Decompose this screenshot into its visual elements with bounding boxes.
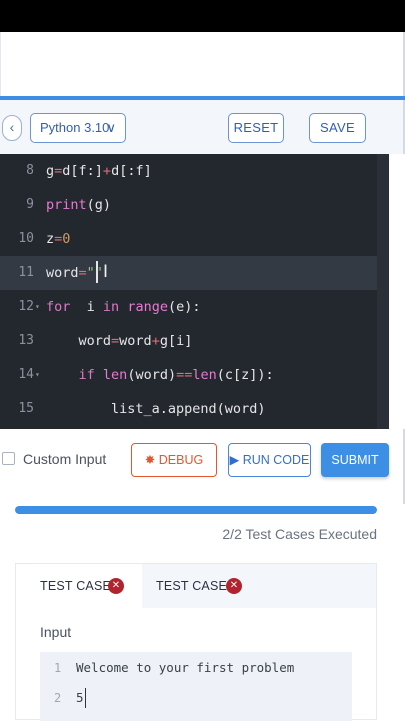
code-text: z=0: [46, 231, 71, 247]
code-line[interactable]: 10 z=0: [0, 222, 389, 256]
code-text: list_a.append(word): [46, 401, 266, 417]
fold-toggle-icon[interactable]: ▾: [35, 358, 40, 392]
reset-button[interactable]: RESET: [228, 113, 284, 143]
tab-test-case-2[interactable]: TEST CASE 2 ✕: [142, 564, 252, 608]
code-text: word=word+g[i]: [46, 333, 193, 349]
input-line: 1 Welcome to your first problem: [40, 652, 352, 684]
test-case-tabs: TEST CASE 1 ✕ TEST CASE 2 ✕: [16, 564, 376, 608]
save-button[interactable]: SAVE: [309, 113, 366, 143]
code-line[interactable]: 12 ▾ for i in range(e):: [0, 290, 389, 324]
code-line[interactable]: 13 word=word+g[i]: [0, 324, 389, 358]
input-line: 2 5: [40, 682, 352, 714]
code-line-active[interactable]: 11 word="": [0, 256, 377, 290]
custom-input-label: Custom Input: [23, 451, 107, 467]
test-cases-executed-text: 2/2 Test Cases Executed: [222, 526, 377, 542]
test-input-editor[interactable]: 1 Welcome to your first problem 2 5: [40, 652, 352, 721]
line-number: 15: [18, 401, 34, 416]
action-bar: Custom Input ✸ DEBUG ▶ RUN CODE SUBMIT: [0, 429, 405, 504]
code-editor[interactable]: 8 g=d[f:]+d[:f] 9 print(g) 10 z=0 11 wor…: [0, 154, 389, 429]
line-number: 13: [18, 333, 34, 348]
code-line[interactable]: 14 ▾ if len(word)==len(c[z]):: [0, 358, 389, 392]
chevron-down-icon: ∨: [106, 120, 116, 135]
test-progress-fill: [15, 506, 377, 514]
editor-toolbar: ‹ Python 3.10 ∨ RESET SAVE: [0, 100, 405, 154]
custom-input-checkbox[interactable]: [2, 452, 15, 465]
line-number: 12: [18, 299, 34, 314]
fold-toggle-icon[interactable]: ▾: [35, 290, 40, 324]
code-line[interactable]: 8 g=d[f:]+d[:f]: [0, 154, 389, 188]
header-panel: [0, 32, 405, 96]
code-line[interactable]: 15 list_a.append(word): [0, 392, 389, 426]
code-text: g=d[f:]+d[:f]: [46, 163, 152, 179]
line-number: 14: [18, 367, 34, 382]
input-line-number: 2: [54, 691, 62, 705]
input-line-text: Welcome to your first problem: [76, 660, 295, 675]
test-progress-bar: [15, 506, 377, 514]
line-number: 8: [26, 163, 34, 178]
input-line-number: 1: [54, 661, 62, 675]
line-number: 11: [18, 265, 34, 280]
top-black-bar: [0, 0, 405, 32]
debug-button[interactable]: ✸ DEBUG: [131, 443, 217, 477]
code-text: word="": [46, 265, 103, 281]
run-code-button[interactable]: ▶ RUN CODE: [228, 443, 311, 477]
input-heading: Input: [40, 624, 72, 640]
run-code-label: RUN CODE: [242, 453, 310, 467]
error-x-icon: ✕: [226, 578, 242, 594]
ibeam-cursor-icon: I: [103, 262, 109, 282]
error-x-icon: ✕: [108, 578, 124, 594]
line-number: 10: [18, 231, 34, 246]
debug-label: DEBUG: [158, 453, 204, 467]
language-select-value: Python 3.10: [40, 120, 110, 135]
input-line-text: 5: [76, 690, 84, 705]
test-case-panel: TEST CASE 1 ✕ TEST CASE 2 ✕ Input 1 Welc…: [15, 563, 377, 721]
tab-test-case-1[interactable]: TEST CASE 1 ✕: [16, 564, 142, 608]
bug-icon: ✸: [144, 453, 156, 467]
code-text: if len(word)==len(c[z]):: [78, 367, 274, 383]
text-cursor: [96, 261, 98, 283]
play-icon: ▶: [229, 453, 240, 467]
line-number: 9: [26, 197, 34, 212]
input-text-cursor: [85, 688, 86, 708]
chevron-left-icon[interactable]: ‹: [2, 115, 22, 141]
language-select[interactable]: Python 3.10 ∨: [30, 113, 126, 143]
code-text: for i in range(e):: [46, 299, 201, 315]
code-text: print(g): [46, 197, 112, 213]
code-line[interactable]: 9 print(g): [0, 188, 389, 222]
submit-button[interactable]: SUBMIT: [321, 443, 389, 477]
